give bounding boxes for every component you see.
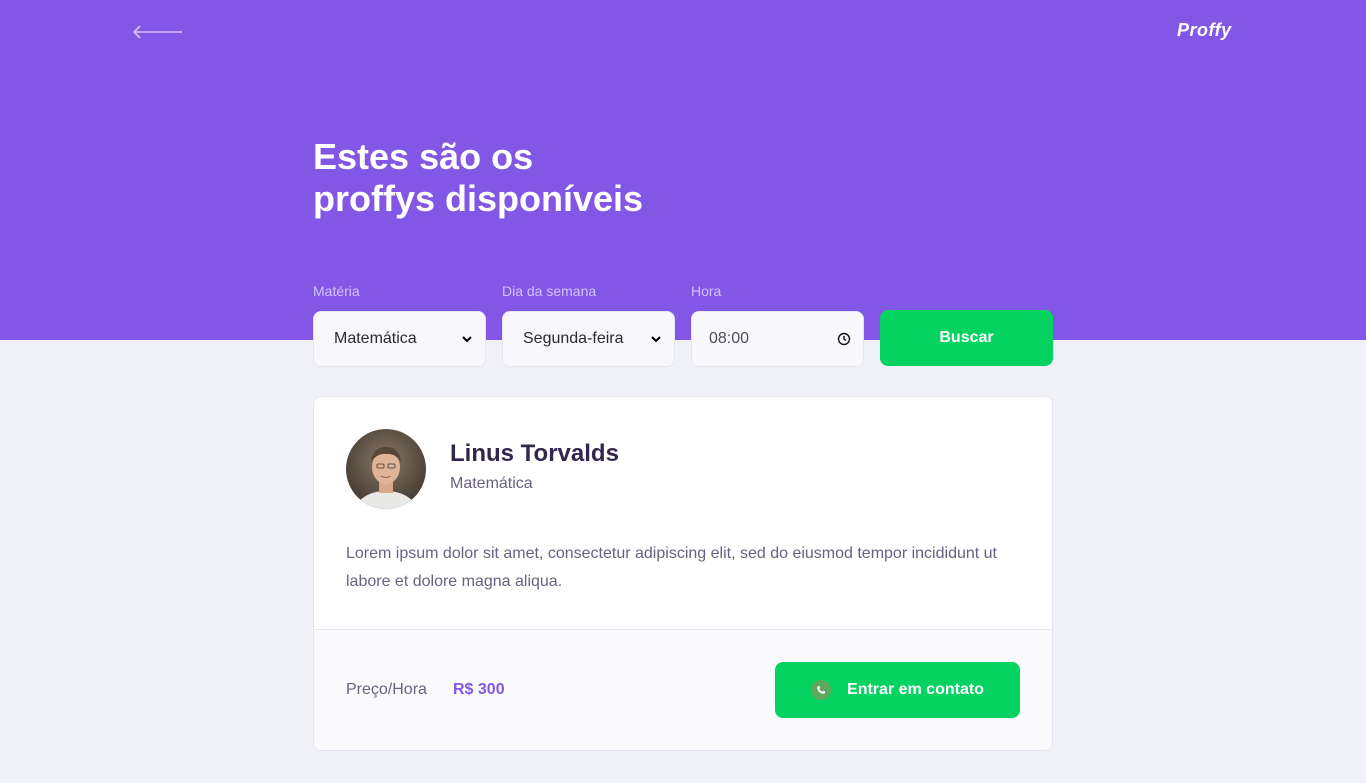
page-title-line-2: proffys disponíveis bbox=[313, 178, 644, 219]
contact-button-label: Entrar em contato bbox=[847, 681, 984, 698]
weekday-select[interactable]: Segunda-feira bbox=[502, 311, 675, 367]
price-value: R$ 300 bbox=[453, 681, 505, 698]
teacher-name: Linus Torvalds bbox=[450, 440, 619, 467]
search-button[interactable]: Buscar bbox=[880, 310, 1053, 366]
chevron-down-icon bbox=[651, 336, 661, 343]
time-input[interactable]: 08:00 bbox=[691, 311, 864, 367]
back-arrow-icon[interactable] bbox=[130, 22, 184, 42]
clock-icon[interactable] bbox=[837, 332, 851, 346]
subject-label: Matéria bbox=[313, 283, 360, 299]
card-footer: Preço/Hora R$ 300 Entrar em contato bbox=[314, 629, 1052, 750]
price-label: Preço/Hora bbox=[346, 681, 427, 698]
subject-select-value: Matemática bbox=[334, 330, 417, 347]
chevron-down-icon bbox=[462, 336, 472, 343]
page-title: Estes são os proffys disponíveis bbox=[313, 136, 813, 220]
logo[interactable]: Proffy bbox=[1177, 20, 1232, 41]
subject-select[interactable]: Matemática bbox=[313, 311, 486, 367]
contact-button[interactable]: Entrar em contato bbox=[775, 662, 1020, 718]
time-label: Hora bbox=[691, 283, 722, 299]
whatsapp-icon bbox=[811, 680, 832, 700]
avatar bbox=[346, 429, 426, 509]
time-input-value: 08:00 bbox=[709, 330, 750, 347]
page-title-line-1: Estes são os bbox=[313, 136, 534, 177]
teacher-card: Linus Torvalds Matemática Lorem ipsum do… bbox=[313, 396, 1053, 751]
teacher-bio: Lorem ipsum dolor sit amet, consectetur … bbox=[346, 545, 997, 590]
weekday-label: Dia da semana bbox=[502, 283, 597, 299]
weekday-select-value: Segunda-feira bbox=[523, 330, 624, 347]
teacher-subject: Matemática bbox=[450, 475, 533, 492]
